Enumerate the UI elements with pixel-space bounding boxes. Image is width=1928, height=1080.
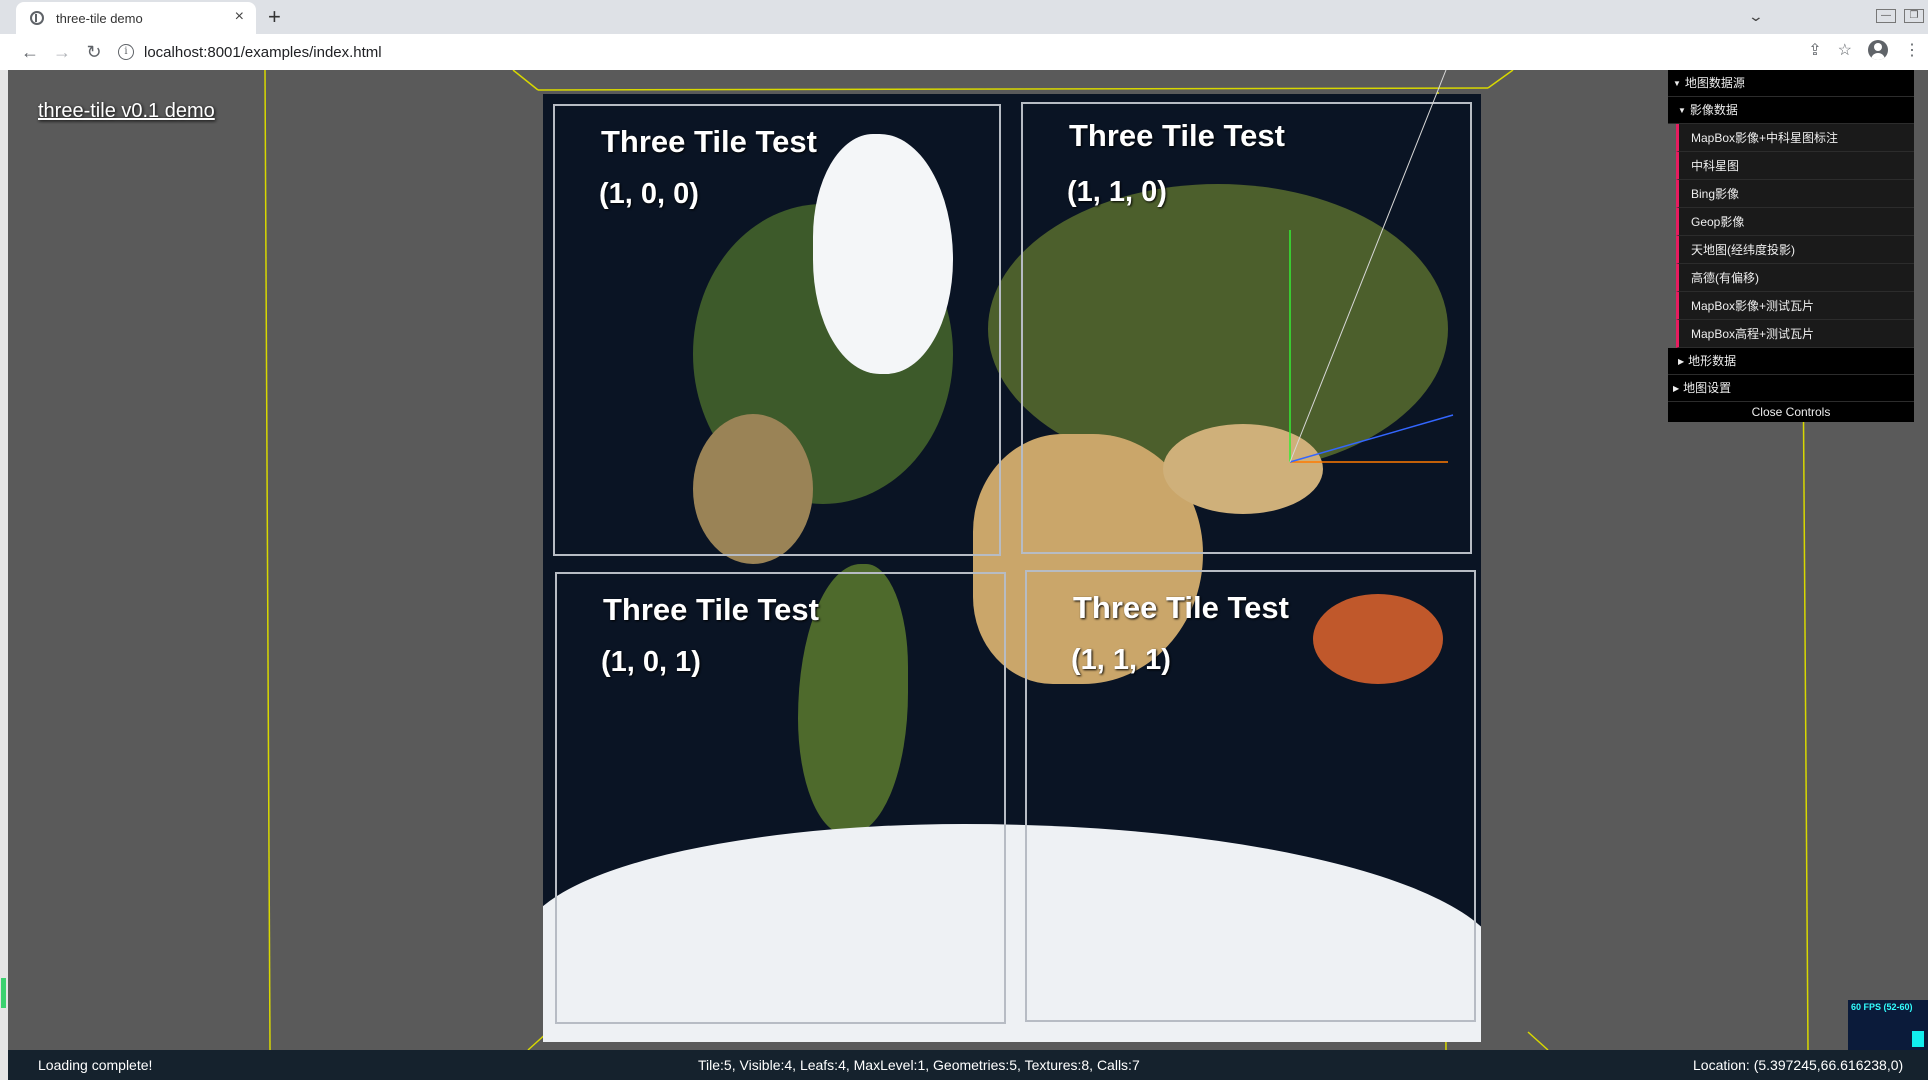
edge-indicator xyxy=(1,978,6,1008)
browser-tab[interactable]: three-tile demo × xyxy=(16,2,256,34)
browser-tab-bar: three-tile demo × + ⌄ — ❐ xyxy=(0,0,1928,34)
caret-down-icon: ▼ xyxy=(1678,106,1686,116)
imagery-item[interactable]: MapBox影像+中科星图标注 xyxy=(1676,124,1914,152)
folder-imagery[interactable]: ▼ 影像数据 xyxy=(1668,97,1914,124)
toolbar-actions: ⇪ ☆ ⋮ xyxy=(1808,40,1920,60)
caret-down-icon: ▼ xyxy=(1673,79,1681,89)
fps-bar xyxy=(1912,1031,1924,1047)
imagery-item[interactable]: Bing影像 xyxy=(1676,180,1914,208)
globe-icon xyxy=(30,11,44,25)
site-info-icon[interactable]: i xyxy=(118,44,134,60)
share-icon[interactable]: ⇪ xyxy=(1808,40,1821,60)
map-viewport[interactable]: Three Tile Test (1, 0, 0) Three Tile Tes… xyxy=(8,70,1928,1080)
imagery-item[interactable]: MapBox高程+测试瓦片 xyxy=(1676,320,1914,348)
axis-z-line xyxy=(1289,414,1454,463)
window-controls: ⌄ — ❐ xyxy=(1748,0,1928,32)
imagery-item[interactable]: 中科星图 xyxy=(1676,152,1914,180)
reload-button[interactable]: ↻ xyxy=(78,42,110,63)
tab-title: three-tile demo xyxy=(56,10,143,26)
folder-map-settings[interactable]: ▶ 地图设置 xyxy=(1668,375,1914,402)
bookmark-star-icon[interactable]: ☆ xyxy=(1838,40,1852,60)
minimize-button[interactable]: — xyxy=(1876,9,1896,23)
fps-label: 60 FPS (52-60) xyxy=(1851,1002,1913,1012)
close-controls-button[interactable]: Close Controls xyxy=(1668,402,1914,422)
browser-toolbar: ← → ↻ i localhost:8001/examples/index.ht… xyxy=(0,34,1928,70)
forward-button[interactable]: → xyxy=(46,42,78,63)
folder-terrain[interactable]: ▶ 地形数据 xyxy=(1668,348,1914,375)
url-text[interactable]: localhost:8001/examples/index.html xyxy=(144,44,382,61)
browser-menu-icon[interactable]: ⋮ xyxy=(1904,40,1920,60)
imagery-item[interactable]: 天地图(经纬度投影) xyxy=(1676,236,1914,264)
axes-helper xyxy=(1289,70,1454,463)
imagery-item[interactable]: 高德(有偏移) xyxy=(1676,264,1914,292)
controls-panel: ▼ 地图数据源 ▼ 影像数据 MapBox影像+中科星图标注 中科星图 Bing影像… xyxy=(1668,70,1914,422)
imagery-item[interactable]: MapBox影像+测试瓦片 xyxy=(1676,292,1914,320)
profile-avatar[interactable] xyxy=(1868,40,1888,60)
caret-right-icon: ▶ xyxy=(1673,384,1680,394)
app-title[interactable]: three-tile v0.1 demo xyxy=(38,100,215,123)
tab-search-chevron-icon[interactable]: ⌄ xyxy=(1748,8,1764,25)
tab-close-icon[interactable]: × xyxy=(235,8,244,26)
address-bar[interactable]: i localhost:8001/examples/index.html xyxy=(118,38,1788,66)
left-edge-strip xyxy=(0,70,8,1080)
caret-right-icon: ▶ xyxy=(1678,357,1685,367)
folder-map-source[interactable]: ▼ 地图数据源 xyxy=(1668,70,1914,97)
fps-meter[interactable]: 60 FPS (52-60) xyxy=(1848,1000,1928,1050)
imagery-item[interactable]: Geop影像 xyxy=(1676,208,1914,236)
status-bar: Loading complete! Tile:5, Visible:4, Lea… xyxy=(8,1050,1928,1080)
location-readout: Location: (5.397245,66.616238,0) xyxy=(1693,1057,1904,1073)
camera-ray-line xyxy=(1289,70,1447,463)
back-button[interactable]: ← xyxy=(14,42,46,63)
render-stats: Tile:5, Visible:4, Leafs:4, MaxLevel:1, … xyxy=(698,1057,1140,1073)
loading-status: Loading complete! xyxy=(38,1057,153,1073)
restore-button[interactable]: ❐ xyxy=(1904,9,1924,23)
new-tab-button[interactable]: + xyxy=(268,4,281,30)
